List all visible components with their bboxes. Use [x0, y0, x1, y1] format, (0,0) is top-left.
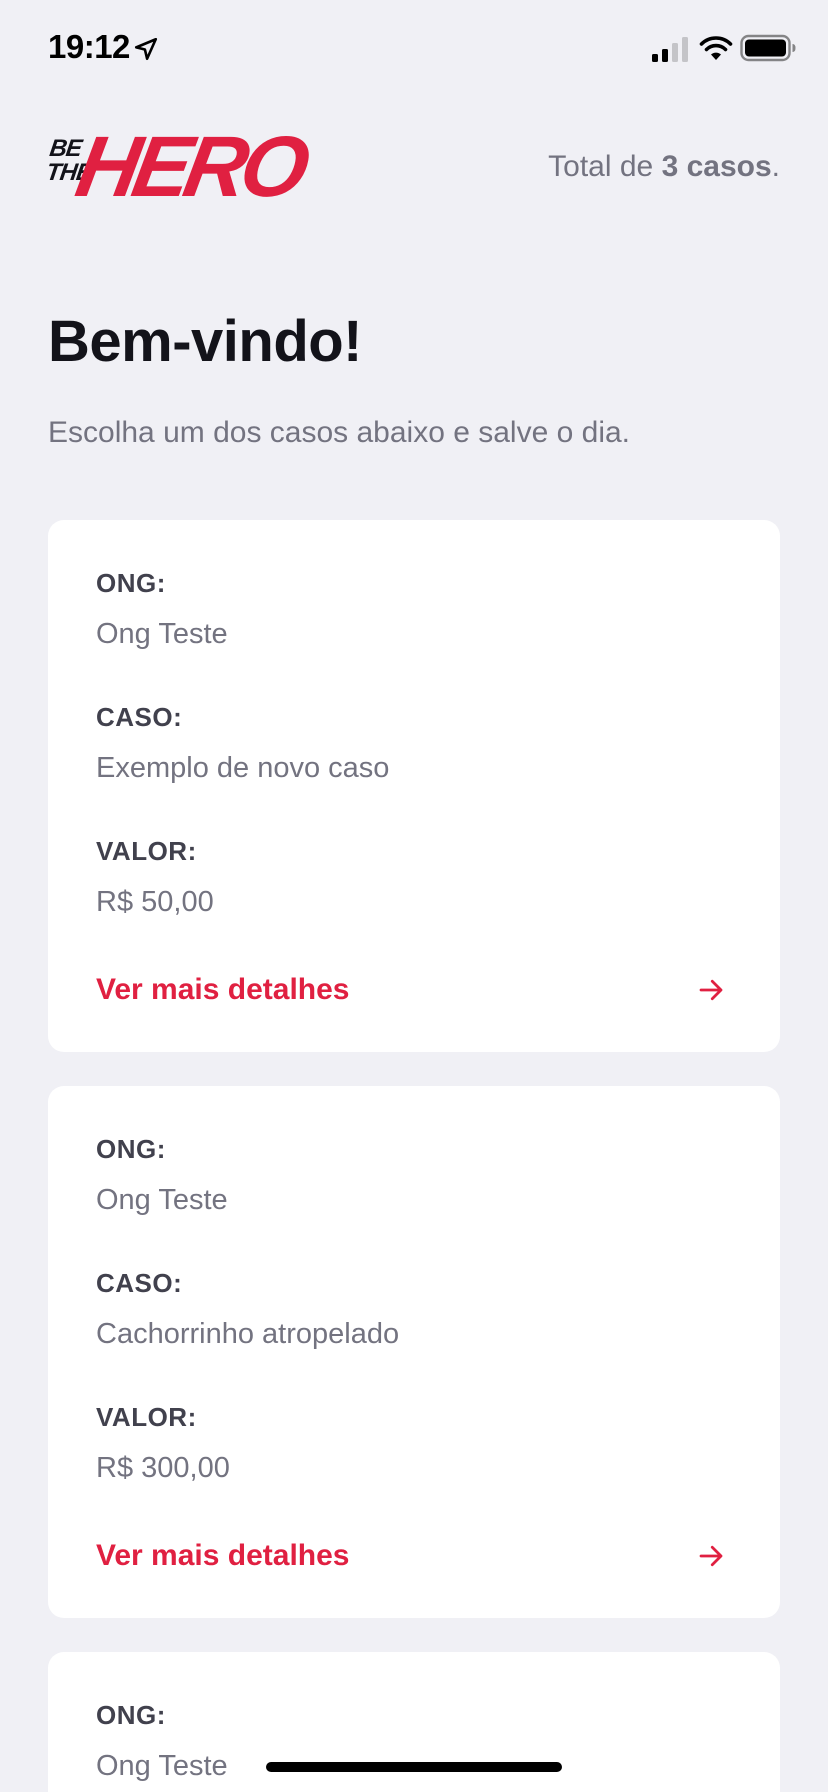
battery-icon — [740, 34, 796, 62]
location-arrow-icon — [134, 37, 158, 61]
valor-label: VALOR: — [96, 836, 197, 866]
page-title: Bem-vindo! — [48, 309, 363, 374]
total-count: 3 casos — [661, 150, 772, 183]
ong-value: Ong Teste — [96, 1184, 228, 1216]
details-button[interactable]: Ver mais detalhes — [96, 960, 732, 1020]
status-bar: 19:12 — [0, 0, 828, 100]
valor-label: VALOR: — [96, 1402, 197, 1432]
valor-value: R$ 300,00 — [96, 1452, 230, 1484]
caso-value: Exemplo de novo caso — [96, 752, 390, 784]
page-description: Escolha um dos casos abaixo e salve o di… — [48, 416, 630, 449]
caso-label: CASO: — [96, 702, 183, 732]
caso-value: Cachorrinho atropelado — [96, 1318, 400, 1350]
cellular-signal-icon — [652, 37, 688, 62]
logo-big-text: HERO — [69, 119, 311, 215]
home-indicator[interactable] — [266, 1762, 562, 1772]
caso-label: CASO: — [96, 1268, 183, 1298]
arrow-right-icon — [699, 979, 723, 1001]
details-button-label: Ver mais detalhes — [96, 1539, 350, 1572]
ong-label: ONG: — [96, 1700, 166, 1730]
be-the-hero-logo: BE THE HERO — [44, 119, 310, 215]
details-button[interactable]: Ver mais detalhes — [96, 1526, 732, 1586]
incident-card: ONG: Ong Teste CASO: Exemplo de novo cas… — [48, 520, 780, 1052]
total-prefix: Total de — [548, 150, 662, 183]
incident-card: ONG: Ong Teste CASO: Cachorrinho atropel… — [48, 1086, 780, 1618]
ong-label: ONG: — [96, 1134, 166, 1164]
total-cases-text: Total de 3 casos. — [548, 150, 780, 184]
ong-value: Ong Teste — [96, 618, 228, 650]
ong-label: ONG: — [96, 568, 166, 598]
details-button-label: Ver mais detalhes — [96, 973, 350, 1006]
valor-value: R$ 50,00 — [96, 886, 214, 918]
wifi-icon — [699, 36, 733, 60]
total-suffix: . — [771, 150, 780, 183]
status-time: 19:12 — [48, 28, 130, 65]
arrow-right-icon — [699, 1545, 723, 1567]
ong-value: Ong Teste — [96, 1750, 228, 1782]
